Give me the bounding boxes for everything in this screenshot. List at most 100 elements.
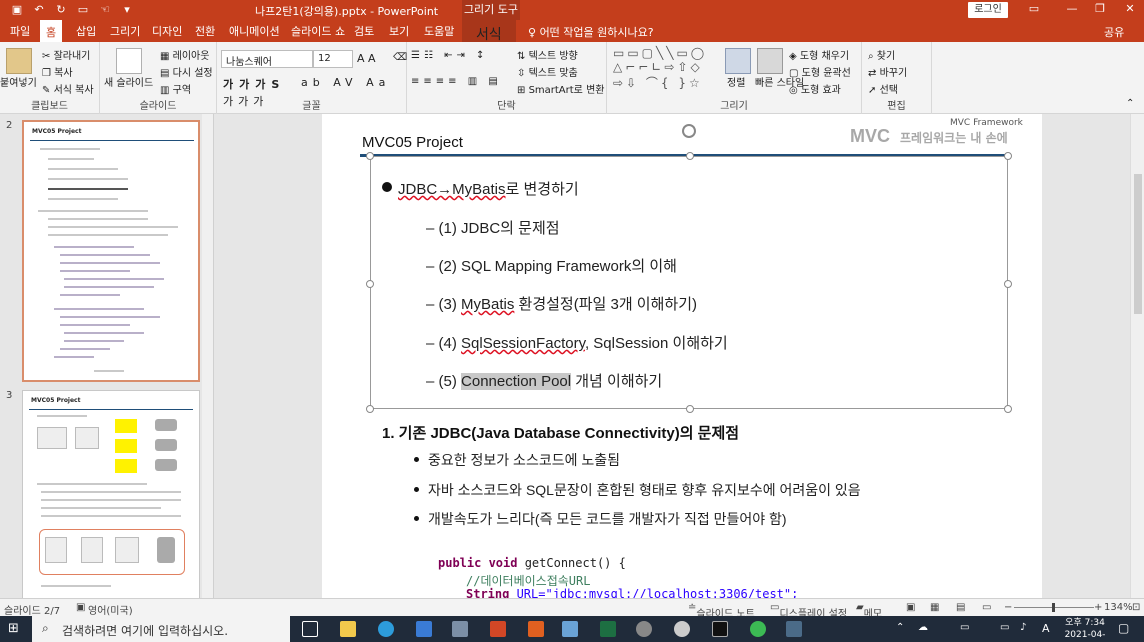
tab-view[interactable]: 보기 — [389, 23, 409, 39]
terminal-icon[interactable] — [712, 621, 728, 637]
tab-design[interactable]: 디자인 — [152, 23, 182, 39]
new-slide-icon[interactable] — [116, 48, 142, 74]
arrange-button[interactable]: 정렬 — [727, 74, 745, 89]
format-painter-button[interactable]: ✎ 서식 복사 — [42, 81, 94, 96]
resize-handle[interactable] — [366, 152, 374, 160]
zoom-level[interactable]: 134% — [1104, 602, 1133, 613]
tab-insert[interactable]: 삽입 — [76, 23, 96, 39]
arrange-icon[interactable] — [725, 48, 751, 74]
slide-thumbnail[interactable]: MVC05 Project — [22, 390, 200, 598]
tray-volume-icon[interactable]: ♪ — [1020, 622, 1026, 633]
maximize-icon[interactable]: ❐ — [1090, 2, 1110, 15]
slideshow-view-icon[interactable]: ▭ — [982, 602, 991, 613]
replace-button[interactable]: ⇄ 바꾸기 — [868, 64, 907, 79]
fit-slide-icon[interactable]: ⊡ — [1132, 602, 1140, 613]
align-icons[interactable]: ≡≡≡≡ ▥ ▤ — [411, 76, 502, 87]
tab-transitions[interactable]: 전환 — [195, 23, 215, 39]
resize-handle[interactable] — [1004, 405, 1012, 413]
slide-title[interactable]: MVC05 Project — [362, 134, 463, 151]
layout-button[interactable]: ▦ 레이아웃 — [160, 47, 209, 62]
collapse-ribbon-icon[interactable]: ⌃ — [1126, 98, 1134, 109]
tab-file[interactable]: 파일 — [10, 23, 30, 39]
cut-button[interactable]: ✂ 잘라내기 — [42, 47, 90, 62]
display-settings-button[interactable]: ▭ 디스플레이 설정 — [770, 602, 847, 620]
comments-button[interactable]: ▰ 메모 — [856, 602, 882, 620]
scrollbar-thumb[interactable] — [1134, 174, 1142, 314]
thumbnails-scrollbar[interactable] — [202, 114, 213, 598]
store-icon[interactable] — [452, 621, 468, 637]
redo-icon[interactable]: ↻ — [54, 3, 68, 17]
font-name-select[interactable]: 나눔스퀘어 — [221, 50, 313, 68]
tab-help[interactable]: 도움말 — [424, 23, 454, 39]
app-icon[interactable] — [562, 621, 578, 637]
tab-format[interactable]: 서식 — [462, 20, 516, 42]
chrome-icon[interactable] — [750, 621, 766, 637]
settings-icon[interactable] — [636, 621, 652, 637]
font-style-icons[interactable]: 가가가S — [223, 76, 285, 92]
tray-cloud-icon[interactable]: ☁ — [918, 622, 928, 633]
new-slide-button[interactable]: 새 슬라이드 — [104, 74, 153, 89]
reset-button[interactable]: ▤ 다시 설정 — [160, 64, 213, 79]
resize-handle[interactable] — [366, 405, 374, 413]
spellcheck-icon[interactable]: ▣ — [76, 602, 85, 613]
present-icon[interactable]: ▭ — [76, 3, 90, 17]
taskbar-clock[interactable]: 오후 7:34 2021-04-22 — [1062, 617, 1108, 642]
share-button[interactable]: 공유 — [1104, 24, 1124, 40]
customize-icon[interactable]: ▾ — [120, 3, 134, 17]
app-icon[interactable] — [786, 621, 802, 637]
zoom-slider-thumb[interactable] — [1052, 603, 1055, 612]
shape-outline-button[interactable]: ▢ 도형 윤곽선 — [789, 64, 851, 79]
font-effect-icons[interactable]: ab AV Aa — [301, 76, 390, 89]
tray-network-icon[interactable]: ▭ — [960, 622, 969, 633]
select-button[interactable]: ➚ 선택 — [868, 81, 898, 96]
paste-button[interactable]: 붙여넣기 — [0, 74, 37, 89]
language-status[interactable]: 영어(미국) — [88, 602, 133, 617]
resize-handle[interactable] — [1004, 280, 1012, 288]
tray-chevron-icon[interactable]: ⌃ — [896, 622, 904, 633]
excel-icon[interactable] — [600, 621, 616, 637]
tab-review[interactable]: 검토 — [354, 23, 374, 39]
font-size-select[interactable]: 12 — [313, 50, 353, 68]
text-direction-button[interactable]: ⇅ 텍스트 방향 — [517, 47, 578, 62]
task-view-icon[interactable] — [302, 621, 318, 637]
app-icon[interactable] — [528, 621, 544, 637]
current-slide[interactable]: MVC05 Project MVC Framework MVC 프레임워크는 내… — [322, 114, 1042, 598]
list-icons[interactable]: ☰☷ ⇤⇥ ↕ — [411, 50, 488, 61]
shape-fill-button[interactable]: ◈ 도형 채우기 — [789, 47, 849, 62]
ime-indicator[interactable]: A — [1042, 622, 1050, 635]
notifications-icon[interactable]: ▢ — [1118, 621, 1129, 635]
clear-format-icon[interactable]: ⌫ — [393, 52, 407, 63]
font-size-up-icon[interactable]: A A — [357, 52, 376, 65]
taskbar-search[interactable]: ⌕ 검색하려면 여기에 입력하십시오. — [32, 616, 290, 642]
slide-thumbnail[interactable]: MVC05 Project — [22, 120, 200, 382]
app-icon[interactable] — [674, 621, 690, 637]
notes-button[interactable]: ≐ 슬라이드 노트 — [688, 602, 755, 620]
rotate-handle-icon[interactable] — [682, 124, 696, 138]
normal-view-icon[interactable]: ▣ — [906, 602, 915, 613]
editor-scrollbar[interactable] — [1130, 114, 1144, 598]
edge-icon[interactable] — [416, 621, 432, 637]
tab-draw[interactable]: 그리기 — [110, 23, 140, 39]
tab-home[interactable]: 홈 — [40, 20, 63, 42]
shapes-gallery[interactable]: ▭▭▢╲╲▭◯ △⌐⌐∟⇨⇧◇ ⇨⇩ ⌒{ }☆ — [613, 46, 707, 91]
slide-sorter-icon[interactable]: ▦ — [930, 602, 939, 613]
paste-icon[interactable] — [6, 48, 32, 74]
save-icon[interactable]: ▣ — [10, 3, 24, 17]
ribbon-display-icon[interactable]: ▭ — [1024, 2, 1044, 15]
resize-handle[interactable] — [366, 280, 374, 288]
minimize-icon[interactable]: — — [1062, 2, 1082, 15]
windows-start-icon[interactable]: ⊞ — [8, 621, 19, 636]
touch-mode-icon[interactable]: ☜ — [98, 3, 112, 17]
login-button[interactable]: 로그인 — [968, 2, 1008, 18]
zoom-out-icon[interactable]: − — [1004, 602, 1012, 613]
find-button[interactable]: ⌕ 찾기 — [868, 47, 895, 62]
align-text-button[interactable]: ⇳ 텍스트 맞춤 — [517, 64, 578, 79]
resize-handle[interactable] — [1004, 152, 1012, 160]
smartart-button[interactable]: ⊞ SmartArt로 변환 — [517, 81, 604, 96]
tray-battery-icon[interactable]: ▭ — [1000, 622, 1009, 633]
resize-handle[interactable] — [686, 152, 694, 160]
quick-styles-icon[interactable] — [757, 48, 783, 74]
tab-animations[interactable]: 애니메이션 — [229, 23, 280, 39]
edge-icon[interactable] — [378, 621, 394, 637]
file-explorer-icon[interactable] — [340, 621, 356, 637]
